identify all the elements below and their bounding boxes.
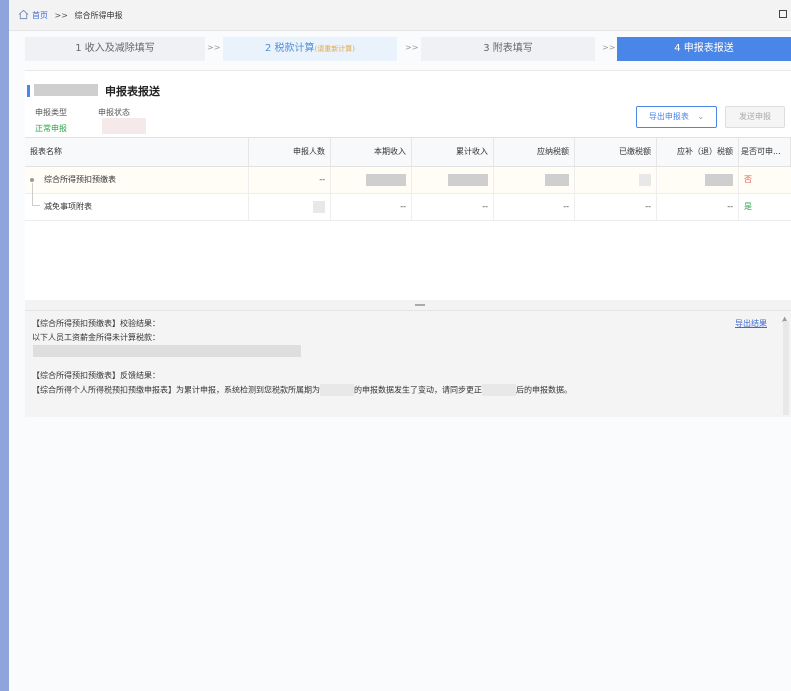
redacted-value: [545, 173, 569, 186]
report-type-value: 正常申报: [35, 124, 67, 133]
step-label: 2 税款计算: [264, 43, 315, 54]
step-income-entry[interactable]: 1 收入及减除填写: [25, 37, 205, 61]
step-label: 3 附表填写: [483, 43, 533, 54]
table-header: 报表名称 申报人数 本期收入 累计收入 应纳税额 已缴税额 应补（退）税额 是否…: [25, 137, 791, 167]
export-results-link[interactable]: 导出结果: [735, 318, 767, 329]
breadcrumb: 首页 >> 综合所得申报: [32, 10, 123, 21]
report-status-label: 申报状态: [98, 108, 130, 117]
col-header-can-submit: 是否可申...: [739, 138, 791, 166]
redacted-title-prefix: [34, 84, 98, 96]
step-arrow-3: >>: [602, 43, 616, 52]
col-header-tax-paid: 已缴税额: [575, 138, 657, 166]
row-income: [331, 167, 412, 193]
step-label: 1 收入及减除填写: [75, 43, 155, 54]
row-can-submit: 否: [744, 175, 752, 184]
row-can-submit: 是: [744, 202, 752, 211]
row-report-name: 减免事项附表: [39, 194, 249, 220]
step-submit-report[interactable]: 4 申报表报送: [617, 37, 791, 61]
row-people: --: [249, 167, 331, 193]
home-icon[interactable]: [18, 9, 29, 20]
left-edge-strip: [0, 0, 9, 691]
top-bar: 首页 >> 综合所得申报: [9, 0, 791, 31]
redacted-period: [320, 384, 354, 396]
row-tax-paid: [575, 167, 657, 193]
table-row[interactable]: 综合所得预扣预缴表 -- 否: [25, 167, 791, 206]
redacted-value: [639, 173, 651, 186]
col-header-report-name: 报表名称: [25, 138, 249, 166]
step-progress: 1 收入及减除填写 >> 2 税款计算(请重新计算) >> 3 附表填写 >> …: [25, 37, 791, 61]
step-tax-calculation[interactable]: 2 税款计算(请重新计算): [223, 37, 397, 61]
row-tax-due: --: [494, 194, 575, 220]
row-tax-refund: [657, 167, 739, 193]
row-total-income: --: [412, 194, 494, 220]
report-type-label: 申报类型: [35, 108, 67, 117]
panel-splitter[interactable]: [25, 300, 791, 310]
row-tax-paid: --: [575, 194, 657, 220]
step-hint: (请重新计算): [314, 45, 355, 53]
close-tab-icon[interactable]: [779, 10, 787, 18]
results-scrollbar[interactable]: [783, 321, 789, 415]
breadcrumb-current: 综合所得申报: [74, 11, 123, 20]
results-line-feedback: 【综合所得预扣预缴表】反馈结果：: [32, 371, 160, 380]
redacted-value: [313, 200, 325, 213]
redacted-value: [705, 173, 733, 186]
export-report-label: 导出申报表: [648, 112, 689, 121]
step-attachment[interactable]: 3 附表填写: [421, 37, 595, 61]
results-detail-part3: 后的申报数据。: [516, 385, 572, 395]
row-people: [249, 194, 331, 220]
main-area: 首页 >> 综合所得申报 1 收入及减除填写 >> 2 税款计算(请重新计算) …: [9, 0, 791, 691]
step-label: 4 申报表报送: [674, 43, 734, 54]
col-header-total-income: 累计收入: [412, 138, 494, 166]
results-detail-part1: 【综合所得个人所得税预扣预缴申报表】为累计申报，系统检测到您税款所属期为: [32, 385, 320, 395]
export-report-button[interactable]: 导出申报表 ⌄: [636, 106, 717, 128]
send-report-button[interactable]: 发送申报: [725, 106, 785, 128]
breadcrumb-home-link[interactable]: 首页: [32, 11, 48, 20]
redacted-employee-list: [33, 345, 301, 357]
step-arrow-1: >>: [207, 43, 221, 52]
chevron-down-icon: ⌄: [697, 112, 705, 121]
results-line-validation: 【综合所得预扣预缴表】校验结果：: [32, 319, 160, 328]
results-line-uncalculated: 以下人员工资薪金所得未计算税款：: [32, 333, 160, 342]
row-report-name: 综合所得预扣预缴表: [39, 167, 249, 193]
col-header-people: 申报人数: [249, 138, 331, 166]
row-income: --: [331, 194, 412, 220]
redacted-status-value: [102, 118, 146, 134]
step-arrow-2: >>: [405, 43, 419, 52]
results-detail-part2: 的申报数据发生了变动，请同步更正: [354, 385, 482, 395]
table-row[interactable]: 减免事项附表 -- -- -- -- -- 是: [25, 194, 791, 221]
redacted-period: [482, 384, 516, 396]
row-total-income: [412, 167, 494, 193]
drag-handle-icon[interactable]: [415, 304, 425, 306]
col-header-tax-due: 应纳税额: [494, 138, 575, 166]
validation-results: 【综合所得预扣预缴表】校验结果： 以下人员工资薪金所得未计算税款： 【综合所得预…: [25, 310, 791, 417]
title-accent-bar: [27, 85, 30, 97]
row-tax-refund: --: [657, 194, 739, 220]
redacted-value: [366, 173, 406, 186]
col-header-income: 本期收入: [331, 138, 412, 166]
col-header-tax-refund: 应补（退）税额: [657, 138, 739, 166]
redacted-value: [448, 173, 488, 186]
results-line-detail: 【综合所得个人所得税预扣预缴申报表】为累计申报，系统检测到您税款所属期为 的申报数…: [32, 384, 572, 396]
expand-icon[interactable]: [30, 178, 34, 182]
panel-title: 申报表报送: [105, 85, 160, 98]
row-tax-due: [494, 167, 575, 193]
breadcrumb-separator: >>: [54, 11, 68, 20]
